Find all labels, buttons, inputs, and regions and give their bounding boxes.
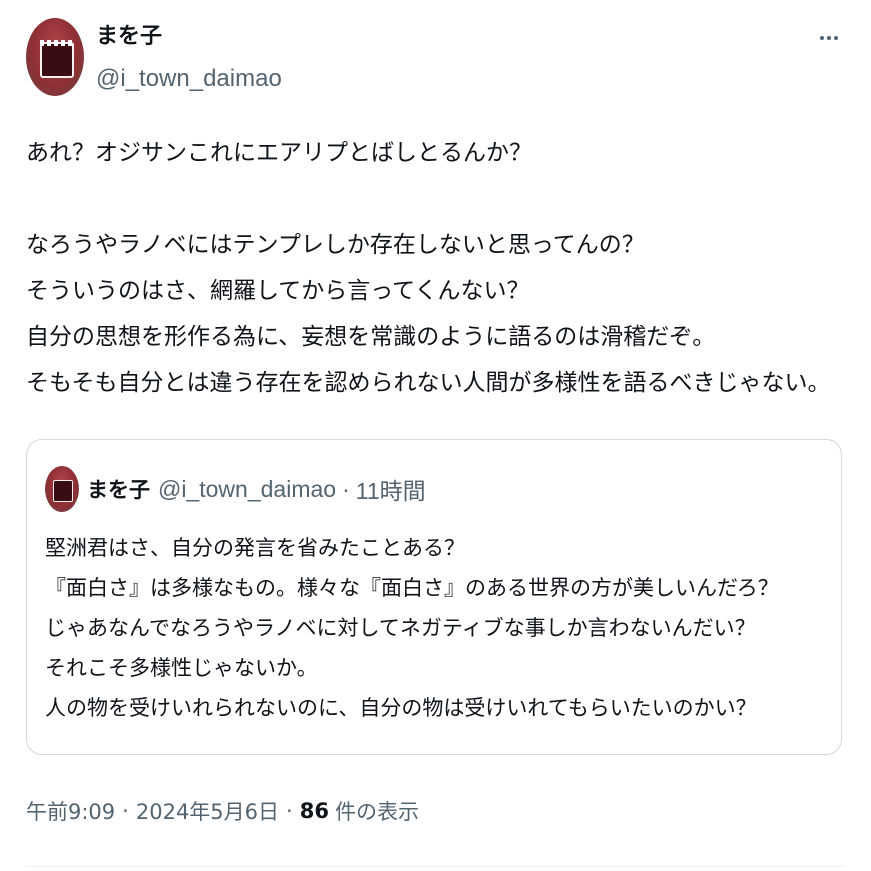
avatar[interactable] [26,18,84,96]
quoted-line: 堅洲君はさ、自分の発言を省みたことある？ [45,536,465,560]
more-dot [827,36,831,40]
quoted-avatar [45,466,79,512]
user-handle[interactable]: @i_town_daimao [96,64,282,94]
more-icon[interactable] [812,24,846,52]
divider [26,866,844,867]
display-name[interactable]: まを子 [96,22,162,52]
quoted-line: 人の物を受けいれられないのに、自分の物は受けいれてもらいたいのかい？ [45,696,757,720]
meta-separator: · [286,799,293,823]
quoted-line: じゃあなんでなろうやラノベに対してネガティブな事しか言わないんだい？ [45,616,756,640]
quoted-timestamp: 11時間 [355,478,426,504]
quoted-avatar-mouth [53,480,73,502]
post-time[interactable]: 午前9:09 [26,796,115,826]
quoted-handle: @i_town_daimao [158,475,337,502]
post-date[interactable]: 2024年5月6日 [136,796,279,826]
quoted-display-name: まを子 [87,478,150,502]
quoted-line: それこそ多様性じゃないか。 [45,656,318,680]
tweet-meta: 午前9:09 · 2024年5月6日 · 86 件の表示 [26,796,419,826]
meta-separator: · [122,799,129,823]
quoted-tweet[interactable]: まを子 @i_town_daimao · 11時間 堅洲君はさ、自分の発言を省み… [26,439,842,755]
tweet-line: 自分の思想を形作る為に、妄想を常識のように語るのは滑稽だぞ。 [26,324,716,350]
quoted-line: 『面白さ』は多様なもの。様々な『面白さ』のある世界の方が美しいんだろ？ [45,576,779,600]
tweet: まを子 @i_town_daimao あれ？オジサンこれにエアリプとばしとるんか… [0,0,871,871]
view-label: 件の表示 [334,800,419,824]
tweet-line: なろうやラノベにはテンプレしか存在しないと思ってんの？ [26,232,645,258]
quoted-text: 堅洲君はさ、自分の発言を省みたことある？ 『面白さ』は多様なもの。様々な『面白さ… [45,528,779,728]
avatar-teeth [40,40,74,46]
quoted-separator: · [342,475,350,502]
avatar-mouth [40,42,74,78]
view-count: 86 [299,799,329,823]
tweet-line: そういうのはさ、網羅してから言ってくんない？ [26,278,530,304]
more-dot [834,36,838,40]
tweet-line: そもそも自分とは違う存在を認められない人間が多様性を語るべきじゃない。 [26,370,831,396]
tweet-line [26,176,856,222]
more-dot [820,36,824,40]
tweet-text: あれ？オジサンこれにエアリプとばしとるんか？ なろうやラノベにはテンプレしか存在… [26,130,856,406]
quoted-header: まを子 @i_town_daimao · 11時間 [87,474,426,505]
tweet-line: あれ？オジサンこれにエアリプとばしとるんか？ [26,140,532,166]
